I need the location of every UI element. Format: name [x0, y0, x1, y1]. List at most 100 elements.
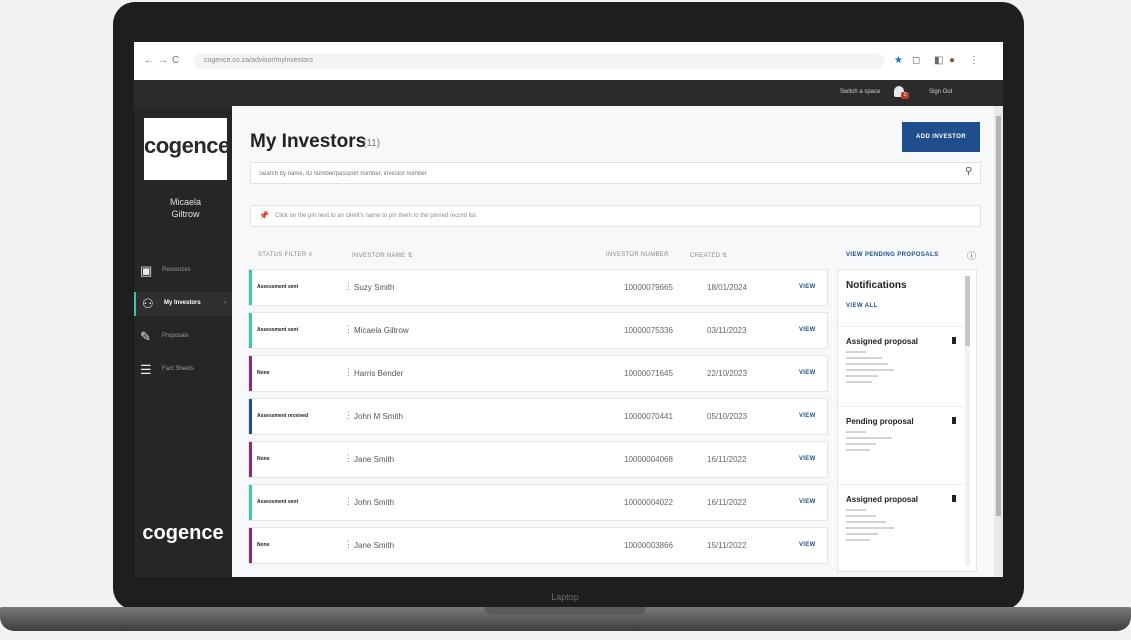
app-topbar: Switch a space 2 Sign Out — [134, 80, 1003, 106]
table-row[interactable]: Assessment received ⋮ John M Smith 10000070… — [248, 398, 828, 435]
status-color-bar — [249, 313, 252, 348]
screen: ← → C cogence.co.za/advisor/myinvestors … — [134, 42, 1003, 577]
status-color-bar — [249, 442, 252, 477]
text-line — [846, 381, 872, 383]
text-line — [846, 527, 894, 529]
text-line — [846, 357, 882, 359]
text-line — [846, 369, 894, 371]
table-row[interactable]: Assessment sent ⋮ Suzy Smith 10000079665 18/… — [248, 269, 828, 306]
menu-kebab-icon[interactable]: ⋮ — [969, 55, 979, 66]
search-icon[interactable]: ⚲ — [965, 166, 972, 177]
sidebar-item-fact-sheets[interactable]: ☰ Fact Sheets — [134, 358, 232, 382]
status-color-bar — [249, 356, 252, 391]
status-cell: Assessment sent — [257, 499, 299, 505]
investor-number-cell: 10000075336 — [624, 326, 673, 335]
info-icon[interactable]: ⓘ — [967, 249, 976, 262]
notifications-scroll-thumb[interactable] — [965, 276, 970, 346]
view-pending-proposals-link[interactable]: VIEW PENDING PROPOSALS — [846, 252, 938, 258]
sidebar-item-proposals[interactable]: ✎ Proposals — [134, 325, 232, 349]
sign-out-link[interactable]: Sign Out — [929, 89, 952, 95]
star-icon[interactable]: ★ — [894, 55, 903, 66]
investor-number-cell: 10000079665 — [624, 283, 673, 292]
investor-name-cell: Jane Smith — [354, 455, 395, 464]
notification-item[interactable]: Assigned proposal — [838, 484, 964, 555]
created-cell: 18/01/2024 — [707, 283, 748, 292]
search-bar: ⚲ — [250, 162, 981, 184]
text-line — [846, 449, 870, 451]
address-bar[interactable]: cogence.co.za/advisor/myinvestors — [194, 53, 884, 69]
created-cell: 16/11/2022 — [707, 498, 747, 507]
investor-name-label: INVESTOR NAME — [352, 253, 406, 259]
text-line — [846, 437, 892, 439]
logo[interactable]: cogence — [144, 118, 230, 180]
table-row[interactable]: None ⋮ Jane Smith 10000003866 15/11/2022 VIEW — [248, 527, 828, 564]
text-line — [846, 363, 888, 365]
notification-title: Assigned proposal — [846, 495, 919, 504]
table-row[interactable]: None ⋮ Jane Smith 10000004068 16/11/2022 VIEW — [248, 441, 828, 478]
status-color-bar — [249, 270, 252, 305]
view-all-link[interactable]: VIEW ALL — [846, 303, 878, 309]
view-button[interactable]: VIEW — [799, 456, 816, 462]
status-cell: Assessment received — [257, 413, 309, 419]
extension-icon[interactable]: ◻ — [912, 55, 920, 66]
text-line — [846, 351, 866, 353]
view-button[interactable]: VIEW — [799, 413, 816, 419]
row-menu-icon[interactable]: ⋮ — [344, 410, 353, 421]
view-button[interactable]: VIEW — [799, 499, 816, 505]
pin-info-text: Click on the pin next to an client's nam… — [275, 213, 476, 219]
main-content: My Investors (11) ADD INVESTOR ⚲ 📌 Click… — [232, 106, 1003, 577]
profile-avatar-icon[interactable]: ● — [949, 55, 955, 66]
chevron-right-icon: › — [224, 300, 226, 306]
document-icon — [952, 337, 956, 344]
investor-name-cell: John M Smith — [354, 412, 403, 421]
page-scroll-thumb[interactable] — [996, 116, 1001, 516]
notification-title: Pending proposal — [846, 417, 914, 426]
created-cell: 15/11/2022 — [707, 541, 747, 550]
switch-space-link[interactable]: Switch a space — [840, 89, 880, 95]
notification-item[interactable]: Assigned proposal — [838, 326, 964, 397]
row-menu-icon[interactable]: ⋮ — [344, 281, 353, 292]
row-menu-icon[interactable]: ⋮ — [344, 324, 353, 335]
view-button[interactable]: VIEW — [799, 370, 816, 376]
investor-number-cell: 10000071645 — [624, 369, 673, 378]
created-header[interactable]: CREATED ⇅ — [690, 252, 728, 259]
row-menu-icon[interactable]: ⋮ — [344, 496, 353, 507]
pin-info-banner: 📌 Click on the pin next to an client's n… — [250, 205, 981, 227]
sidebar-item-resources[interactable]: ▣ Resources — [134, 259, 232, 283]
status-cell: None — [257, 542, 270, 548]
reload-icon[interactable]: C — [172, 55, 179, 66]
document-icon — [952, 495, 956, 502]
text-line — [846, 521, 886, 523]
text-line — [846, 515, 876, 517]
browser-chrome: ← → C cogence.co.za/advisor/myinvestors … — [134, 42, 1003, 81]
row-menu-icon[interactable]: ⋮ — [344, 367, 353, 378]
view-button[interactable]: VIEW — [799, 327, 816, 333]
sort-icon: ⇅ — [722, 253, 728, 259]
search-input[interactable] — [257, 166, 941, 182]
view-button[interactable]: VIEW — [799, 284, 816, 290]
add-investor-button[interactable]: ADD INVESTOR — [902, 122, 980, 152]
sidebar-bottom-logo: cogence — [142, 522, 224, 544]
table-row[interactable]: Assessment sent ⋮ Micaela Giltrow 100000753… — [248, 312, 828, 349]
notification-item[interactable]: Pending proposal — [838, 406, 964, 477]
sidebar-item-my-investors[interactable]: ⚇ My Investors › — [134, 292, 234, 316]
investor-number-cell: 10000004022 — [624, 498, 673, 507]
user-first-name: Micaela — [169, 197, 201, 207]
table-row[interactable]: None ⋮ Harris Bender 10000071645 22/10/2023 V… — [248, 355, 828, 392]
sidepanel-icon[interactable]: ◧ — [934, 55, 943, 66]
table-row[interactable]: Assessment sent ⋮ John Smith 10000004022 16/… — [248, 484, 828, 521]
investor-name-header[interactable]: INVESTOR NAME ⇅ — [352, 252, 413, 259]
created-label: CREATED — [690, 253, 721, 259]
investor-number-cell: 10000004068 — [624, 455, 673, 464]
row-menu-icon[interactable]: ⋮ — [344, 453, 353, 464]
back-icon[interactable]: ← — [144, 55, 154, 66]
forward-icon[interactable]: → — [158, 55, 168, 66]
sidebar: cogence Micaela Giltrow ▣ Resources ⚇ My… — [134, 106, 234, 577]
status-filter-header[interactable]: STATUS FILTER ≡ — [258, 252, 312, 258]
created-cell: 16/11/2022 — [707, 455, 747, 464]
view-button[interactable]: VIEW — [799, 542, 816, 548]
notifications-panel: Notifications VIEW ALL Assigned proposal… — [837, 269, 977, 572]
investor-name-cell: John Smith — [354, 498, 395, 507]
row-menu-icon[interactable]: ⋮ — [344, 539, 353, 550]
status-cell: None — [257, 370, 270, 376]
